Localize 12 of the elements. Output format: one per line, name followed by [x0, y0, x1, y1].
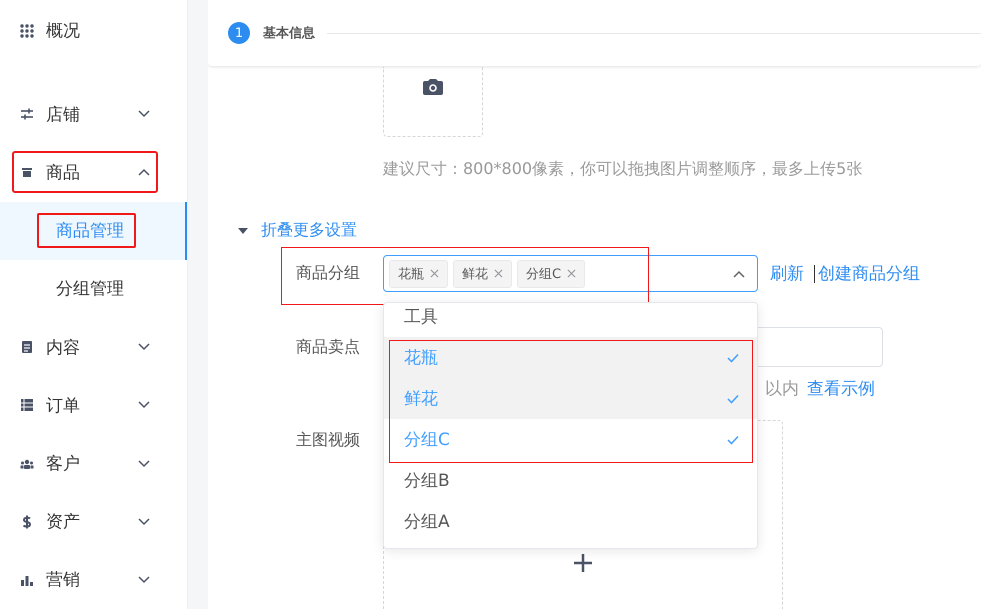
sidebar-subitem-label: 商品管理: [37, 213, 136, 248]
field-label: 商品卖点: [296, 336, 361, 358]
field-hint: 以内: [765, 378, 799, 400]
sidebar-subitem-label: 分组管理: [55, 278, 125, 302]
upload-hint: 建议尺寸：800*800像素，你可以拖拽图片调整顺序，最多上传5张: [383, 159, 864, 180]
tag: 分组C: [517, 260, 586, 288]
section-title: 基本信息: [263, 25, 315, 42]
field-label: 商品分组: [296, 263, 361, 284]
tag: 鲜花: [453, 260, 512, 288]
tag: 花瓶: [389, 260, 448, 288]
field-label: 主图视频: [296, 429, 361, 451]
step-number: 1: [228, 22, 250, 44]
